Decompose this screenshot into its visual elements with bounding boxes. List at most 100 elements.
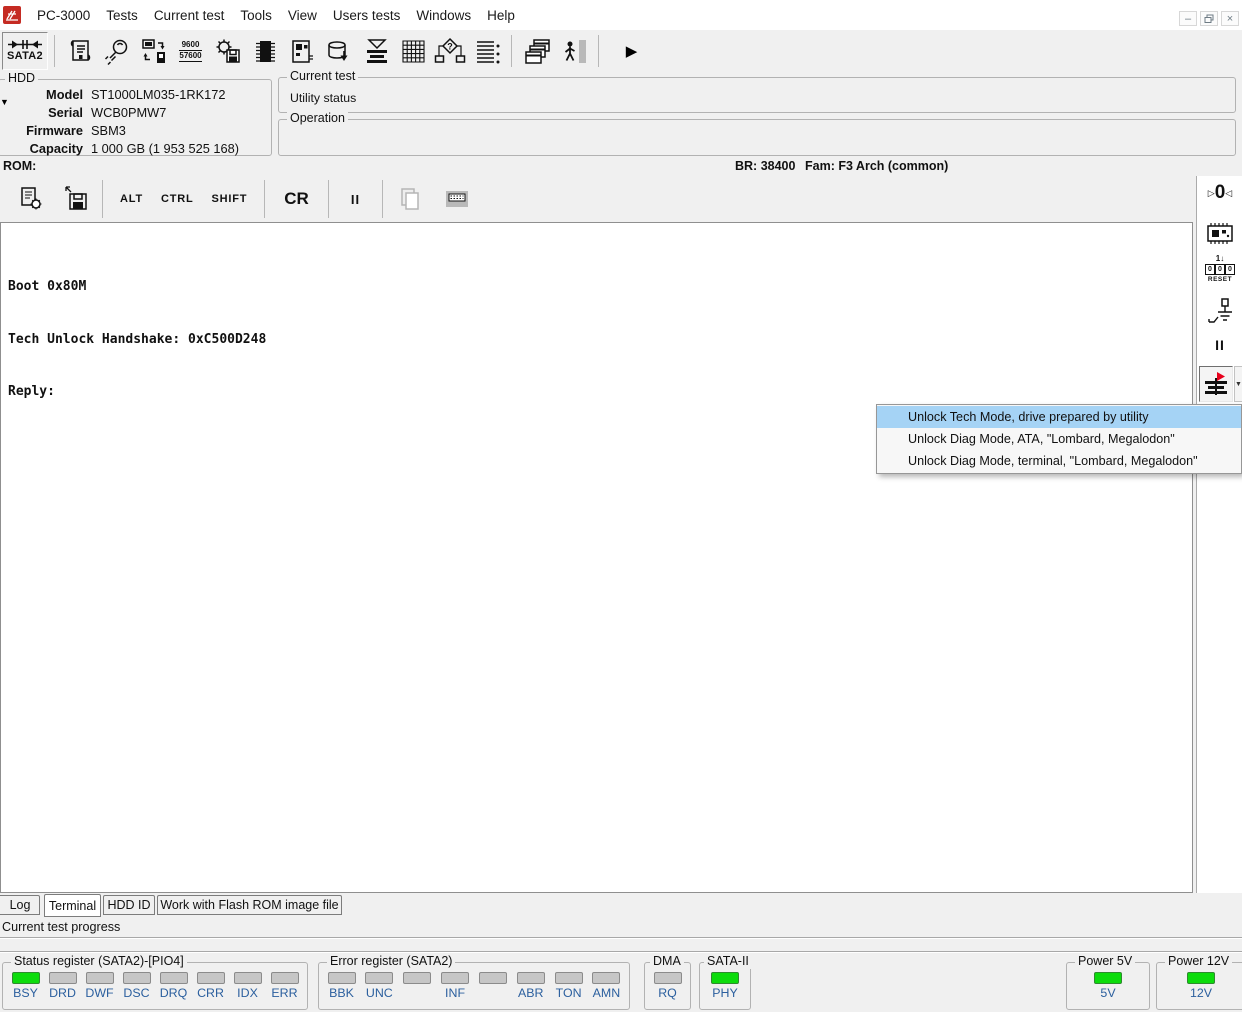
family-value: Fam: F3 Arch (common) [805, 159, 949, 173]
led-idx: IDX [230, 972, 265, 1000]
utility-settings-button[interactable] [209, 32, 246, 69]
pause-icon: II [1215, 337, 1225, 353]
tab-flash-rom[interactable]: Work with Flash ROM image file [157, 895, 342, 915]
tab-hdd-id[interactable]: HDD ID [103, 895, 155, 915]
database-export-button[interactable] [320, 32, 357, 69]
power-12v-title: Power 12V [1165, 954, 1233, 969]
side-pause-button[interactable]: II [1197, 337, 1242, 353]
unlock-mode-button[interactable] [1199, 366, 1233, 402]
start-test-button[interactable]: ▶ [613, 32, 650, 69]
drive-power-button[interactable] [98, 32, 135, 69]
led-rq: RQ [650, 972, 685, 1000]
diagnostics-wizard-button[interactable]: ? [431, 32, 468, 69]
info-scroll-icon [70, 39, 90, 61]
menu-item-unlock-diag-ata[interactable]: Unlock Diag Mode, ATA, "Lombard, Megalod… [877, 428, 1241, 450]
funnel-bars-icon [366, 38, 387, 63]
menu-tests[interactable]: Tests [98, 8, 146, 23]
model-label: Model [46, 87, 83, 102]
utility-status-text: Utility status [290, 91, 357, 105]
side-toolbar: ▷ 0 ◁ 1↓ 000 RESET II ▼ [1196, 176, 1242, 893]
cascade-windows-button[interactable] [518, 32, 555, 69]
menu-item-unlock-tech-mode[interactable]: Unlock Tech Mode, drive prepared by util… [877, 406, 1241, 428]
led-indicator [711, 972, 739, 984]
menu-windows[interactable]: Windows [408, 8, 479, 23]
baud-rate-button[interactable]: 9600 57600 [172, 32, 209, 69]
led-amn: AMN [589, 972, 624, 1000]
minimize-button[interactable]: – [1179, 11, 1197, 26]
ctrl-key-button[interactable]: CTRL [152, 193, 203, 205]
cascade-windows-icon [524, 38, 550, 64]
led-indicator [441, 972, 470, 984]
rom-chip-button[interactable] [246, 32, 283, 69]
menu-view[interactable]: View [280, 8, 325, 23]
terminal-output[interactable]: Boot 0x80M Tech Unlock Handshake: 0xC500… [0, 222, 1193, 893]
led-indicator [516, 972, 545, 984]
firmware-value: SBM3 [91, 123, 126, 138]
terminal-settings-button[interactable] [12, 181, 49, 218]
alt-key-button[interactable]: ALT [111, 193, 152, 205]
rom-image-button[interactable] [1197, 220, 1242, 246]
unlock-dropdown-button[interactable]: ▼ [1234, 366, 1242, 402]
save-floppy-icon [64, 186, 87, 210]
led-indicator [1187, 972, 1215, 984]
baud-rate-value: BR: 38400 [735, 159, 796, 173]
restore-button[interactable] [1200, 11, 1218, 26]
led-indicator [327, 972, 356, 984]
led-indicator [653, 972, 682, 984]
terminal-keyboard-button[interactable] [438, 181, 475, 218]
led-12v: 12V [1184, 972, 1219, 1000]
menu-current-test[interactable]: Current test [146, 8, 233, 23]
terminal-save-button[interactable] [57, 181, 94, 218]
cr-button[interactable]: CR [273, 189, 320, 209]
lamp-icon [104, 39, 127, 65]
loader-button[interactable] [357, 32, 394, 69]
board-resources-button[interactable] [283, 32, 320, 69]
led-indicator [122, 972, 151, 984]
led-abr: ABR [513, 972, 548, 1000]
drive-info-button[interactable] [61, 32, 98, 69]
pcb-card-icon [291, 39, 313, 63]
toolbar-separator [511, 34, 512, 67]
menu-item-unlock-diag-terminal[interactable]: Unlock Diag Mode, terminal, "Lombard, Me… [877, 450, 1241, 472]
doc-gear-icon [20, 187, 41, 210]
gear-disk-icon [216, 39, 240, 63]
led-bbk: BBK [324, 972, 359, 1000]
port-select-button[interactable]: SATA2 [2, 31, 48, 70]
menu-users-tests[interactable]: Users tests [325, 8, 409, 23]
terminal-toolbar: ALT CTRL SHIFT CR II [0, 176, 1196, 222]
toolbar-separator [598, 34, 599, 67]
terminal-pause-button[interactable]: II [337, 192, 374, 207]
tab-log[interactable]: Log [0, 895, 40, 915]
zero-fill-button[interactable]: ▷ 0 ◁ [1197, 182, 1242, 204]
capacity-label: Capacity [29, 141, 83, 156]
sector-map-button[interactable] [394, 32, 431, 69]
led-indicator [270, 972, 299, 984]
tab-terminal[interactable]: Terminal [44, 894, 101, 917]
exit-button[interactable] [555, 32, 592, 69]
device-switch-icon [141, 38, 165, 63]
menu-help[interactable]: Help [479, 8, 523, 23]
led-indicator [1094, 972, 1122, 984]
led-indicator [159, 972, 188, 984]
script-list-button[interactable] [468, 32, 505, 69]
led-5v: 5V [1091, 972, 1126, 1000]
menu-tools[interactable]: Tools [232, 8, 280, 23]
chevron-down-icon: ▼ [1235, 380, 1242, 388]
toolbar-separator [382, 180, 384, 218]
operation-title: Operation [287, 111, 348, 126]
drive-reconnect-button[interactable] [135, 32, 172, 69]
reset-counters-button[interactable]: 1↓ 000 RESET [1197, 255, 1242, 284]
menu-pc3000[interactable]: PC-3000 [29, 8, 98, 23]
led-drq: DRQ [156, 972, 191, 1000]
copy-button[interactable] [391, 181, 428, 218]
shift-key-button[interactable]: SHIFT [203, 193, 257, 205]
rom-status-bar: ROM: BR: 38400 Fam: F3 Arch (common) [0, 158, 1242, 176]
led-drd: DRD [45, 972, 80, 1000]
led-indicator [403, 972, 432, 984]
collapse-arrow-icon[interactable]: ▼ [0, 97, 9, 107]
power-control-button[interactable] [1197, 296, 1242, 328]
toolbar-separator [264, 180, 266, 218]
close-button[interactable]: × [1221, 11, 1239, 26]
led-indicator [478, 972, 507, 984]
led-indicator [48, 972, 77, 984]
